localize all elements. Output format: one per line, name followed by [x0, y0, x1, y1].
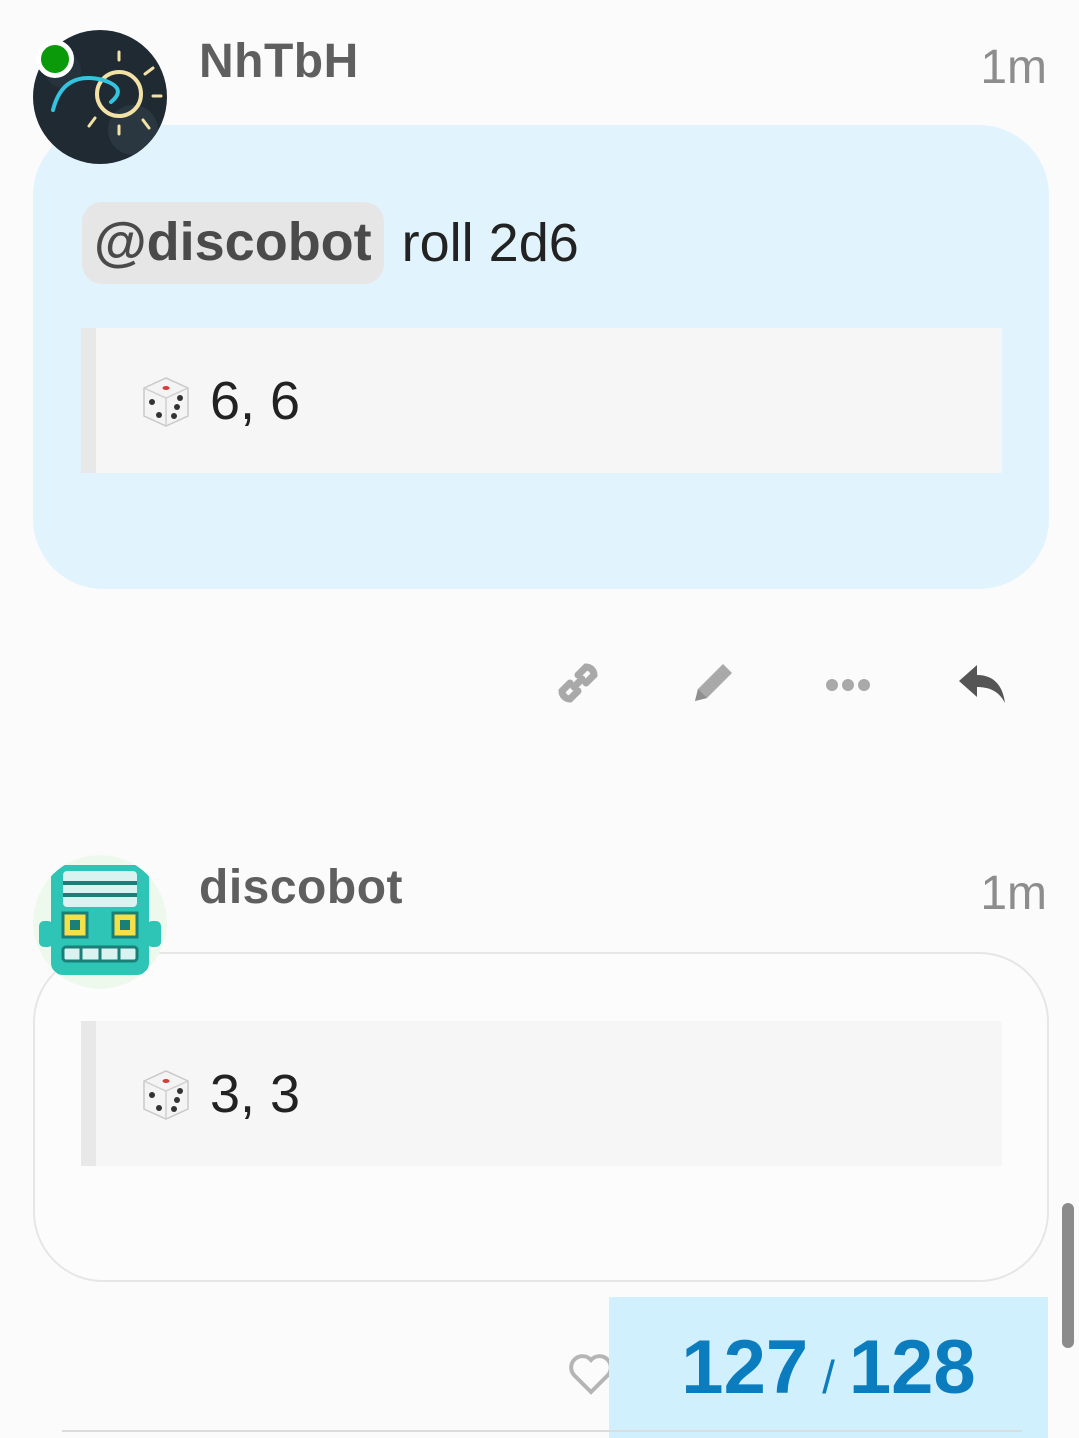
post-username[interactable]: discobot	[199, 860, 403, 915]
more-options-button[interactable]	[810, 645, 886, 721]
dice-icon	[143, 376, 189, 427]
dice-roll-quote: 6, 6	[81, 328, 1002, 473]
progress-total: 128	[848, 1325, 976, 1410]
message-text: roll 2d6	[401, 213, 579, 273]
discobot-avatar[interactable]	[33, 855, 167, 989]
mention-link[interactable]: @discobot	[82, 202, 384, 284]
post-message: @discobot roll 2d6	[82, 202, 579, 284]
copy-link-button[interactable]	[540, 645, 616, 721]
post-timestamp[interactable]: 1m	[980, 866, 1047, 921]
post-username[interactable]: NhTbH	[199, 34, 359, 89]
reply-icon	[959, 665, 1005, 703]
post-actions	[540, 645, 1030, 725]
dice-icon	[143, 1069, 189, 1120]
timeline-progress[interactable]: 127 / 128	[609, 1297, 1048, 1438]
dice-roll-result: 6, 6	[210, 370, 301, 431]
post-timestamp[interactable]: 1m	[980, 40, 1047, 95]
composer-edge	[62, 1430, 1022, 1432]
progress-separator: /	[822, 1350, 835, 1403]
scrollbar[interactable]	[1062, 1203, 1074, 1348]
online-indicator	[36, 40, 74, 78]
more-icon	[826, 679, 870, 691]
progress-current: 127	[681, 1325, 809, 1410]
reply-button[interactable]	[945, 645, 1021, 721]
dice-roll-quote: 3, 3	[81, 1021, 1002, 1166]
dice-roll-result: 3, 3	[210, 1063, 301, 1124]
pencil-icon	[695, 664, 732, 701]
link-icon	[558, 663, 598, 703]
edit-button[interactable]	[675, 645, 751, 721]
